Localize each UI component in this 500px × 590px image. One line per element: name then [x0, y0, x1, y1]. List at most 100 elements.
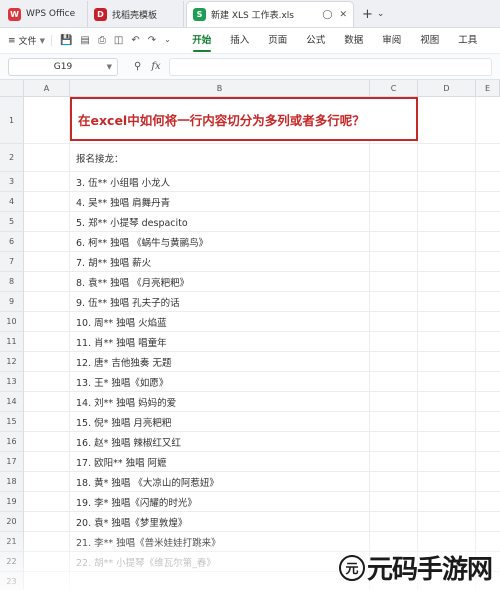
undo-icon[interactable]: ↶	[131, 35, 139, 46]
cell-reference: G19	[53, 61, 73, 72]
tab-bar: W WPS Office D 找稻壳模板 S 新建 XLS 工作表.xls ◯ …	[0, 0, 500, 28]
row-header[interactable]: 17	[0, 452, 24, 472]
row-header[interactable]: 7	[0, 252, 24, 272]
row-header[interactable]: 16	[0, 432, 24, 452]
ribbon-tab[interactable]: 工具	[449, 28, 487, 54]
row-header[interactable]: 1	[0, 97, 24, 144]
select-all-corner[interactable]	[0, 80, 24, 97]
ribbon-tab[interactable]: 开始	[183, 28, 221, 54]
menu-lines-icon: ≡	[8, 35, 16, 46]
column-header[interactable]: E	[476, 80, 500, 97]
wps-logo-icon: W	[8, 7, 21, 21]
formula-input[interactable]	[168, 57, 492, 76]
cell-b-value[interactable]: 14. 刘** 独唱 妈妈的爱	[76, 392, 176, 412]
tab-document-label: 新建 XLS 工作表.xls	[211, 11, 294, 21]
ribbon-tab[interactable]: 公式	[297, 28, 335, 54]
ribbon-tab[interactable]: 审阅	[373, 28, 411, 54]
sheet-title: 在excel中如何将一行内容切分为多列或者多行呢？	[78, 112, 365, 128]
row-header[interactable]: 14	[0, 392, 24, 412]
spreadsheet-app: { "tabs":{ "wps":{"label":"WPS Office","…	[0, 0, 500, 590]
tab-close-icon[interactable]: ✕	[339, 10, 347, 20]
cell-b-value[interactable]: 9. 伍** 独唱 孔夫子的话	[76, 292, 180, 312]
xls-file-icon: S	[193, 8, 206, 21]
cell-b-value[interactable]: 7. 胡** 独唱 薪火	[76, 252, 151, 272]
row-header[interactable]: 11	[0, 332, 24, 352]
quick-access-toolbar: 💾 ▤ ⎙ ◫ ↶ ↷ ⌄	[50, 35, 179, 46]
tab-wps-office[interactable]: W WPS Office	[2, 1, 88, 27]
ribbon-tab[interactable]: 视图	[411, 28, 449, 54]
file-menu-label: 文件	[18, 37, 37, 47]
cell-b-value[interactable]: 10. 周** 独唱 火焰蓝	[76, 312, 167, 332]
cell-b-value[interactable]: 20. 袁* 独唱《梦里敦煌》	[76, 512, 187, 532]
chevron-down-icon: ▼	[106, 62, 112, 71]
export-pdf-icon[interactable]: ▤	[80, 35, 89, 46]
cell-b-value[interactable]: 16. 赵* 独唱 辣椒红又红	[76, 432, 181, 452]
formula-tools: ⚲ fx	[134, 61, 161, 72]
row-header[interactable]: 5	[0, 212, 24, 232]
column-gridline	[69, 97, 70, 590]
row-header[interactable]: 9	[0, 292, 24, 312]
cell-b-value[interactable]: 6. 柯** 独唱 《蜗牛与黄鹂鸟》	[76, 232, 208, 252]
cell-b-value[interactable]: 18. 黄* 独唱 《大凉山的阿惹妞》	[76, 472, 219, 492]
cell-b-value[interactable]: 4. 吴** 独唱 肩舞丹青	[76, 192, 170, 212]
tab-document[interactable]: S 新建 XLS 工作表.xls ◯ ✕	[186, 1, 354, 27]
row-header[interactable]: 6	[0, 232, 24, 252]
tab-list-chevron-icon[interactable]: ⌄	[377, 1, 385, 27]
cell-b-value[interactable]: 报名接龙：	[76, 144, 124, 172]
column-header[interactable]: D	[418, 80, 476, 97]
watermark-text: 元码手游网	[366, 555, 493, 585]
cell-b-value[interactable]: 11. 肖** 独唱 唱童年	[76, 332, 167, 352]
more-chevron-icon[interactable]: ⌄	[164, 35, 171, 46]
new-tab-icon[interactable]: +	[362, 1, 373, 27]
row-header[interactable]: 2	[0, 144, 24, 172]
row-header[interactable]: 3	[0, 172, 24, 192]
ribbon-tabs: 开始 插入 页面 公式 数据 审阅 视图 工具	[183, 28, 487, 54]
chevron-down-icon: ▼	[39, 36, 45, 45]
ribbon-tab[interactable]: 数据	[335, 28, 373, 54]
column-gridline	[475, 97, 476, 590]
cell-b-value[interactable]: 19. 李* 独唱《闪耀的时光》	[76, 492, 197, 512]
cell-b-value[interactable]: 17. 欧阳** 独唱 阿嬷	[76, 452, 167, 472]
row-header[interactable]: 12	[0, 352, 24, 372]
title-cell-box[interactable]: 在excel中如何将一行内容切分为多列或者多行呢？	[70, 97, 418, 141]
cell-b-value[interactable]: 5. 郑** 小提琴 despacito	[76, 212, 188, 232]
cell-b-value[interactable]: 15. 倪* 独唱 月亮粑粑	[76, 412, 171, 432]
ribbon-tab[interactable]: 插入	[221, 28, 259, 54]
cell-b-value[interactable]: 12. 唐* 吉他独奏 无题	[76, 352, 171, 372]
row-header[interactable]: 4	[0, 192, 24, 212]
formula-bar: G19 ▼ ⚲ fx	[0, 54, 500, 80]
print-preview-icon[interactable]: ◫	[114, 35, 123, 46]
row-header[interactable]: 15	[0, 412, 24, 432]
row-header[interactable]: 18	[0, 472, 24, 492]
redo-icon[interactable]: ↷	[148, 35, 156, 46]
ribbon-tab[interactable]: 页面	[259, 28, 297, 54]
cell-b-value[interactable]: 3. 伍** 小组唱 小龙人	[76, 172, 170, 192]
function-icon[interactable]: fx	[151, 61, 160, 72]
cell-b-value[interactable]: 8. 袁** 独唱 《月亮粑粑》	[76, 272, 189, 292]
watermark-logo: 元	[338, 554, 365, 581]
menu-bar: ≡ 文件 ▼ 💾 ▤ ⎙ ◫ ↶ ↷ ⌄ 开始 插入 页面 公式 数据 审阅 视图 工具	[0, 28, 500, 54]
tab-template-label: 找稻壳模板	[112, 10, 158, 21]
file-menu[interactable]: ≡ 文件 ▼	[0, 34, 51, 48]
column-header[interactable]: A	[24, 80, 70, 97]
tab-status-icon[interactable]: ◯	[322, 10, 332, 20]
row-header[interactable]: 20	[0, 512, 24, 532]
watermark: 元 元码手游网	[338, 549, 493, 586]
column-header[interactable]: B	[70, 80, 370, 97]
sheet-grid: ABCDE12345678910111213141516171819202122…	[0, 80, 500, 590]
cell-b-value[interactable]: 13. 王* 独唱《如愿》	[76, 372, 168, 392]
docer-logo-icon: D	[94, 7, 107, 21]
column-gridline	[369, 97, 370, 590]
print-icon[interactable]: ⎙	[98, 35, 106, 46]
tab-template[interactable]: D 找稻壳模板	[88, 1, 184, 27]
zoom-search-icon[interactable]: ⚲	[134, 61, 141, 72]
column-gridline	[417, 97, 418, 590]
name-box[interactable]: G19 ▼	[8, 57, 118, 76]
save-icon[interactable]: 💾	[60, 35, 72, 46]
row-header[interactable]: 13	[0, 372, 24, 392]
tab-wps-label: WPS Office	[26, 9, 76, 19]
row-header[interactable]: 19	[0, 492, 24, 512]
row-header[interactable]: 10	[0, 312, 24, 332]
row-header[interactable]: 8	[0, 272, 24, 292]
column-header[interactable]: C	[370, 80, 418, 97]
